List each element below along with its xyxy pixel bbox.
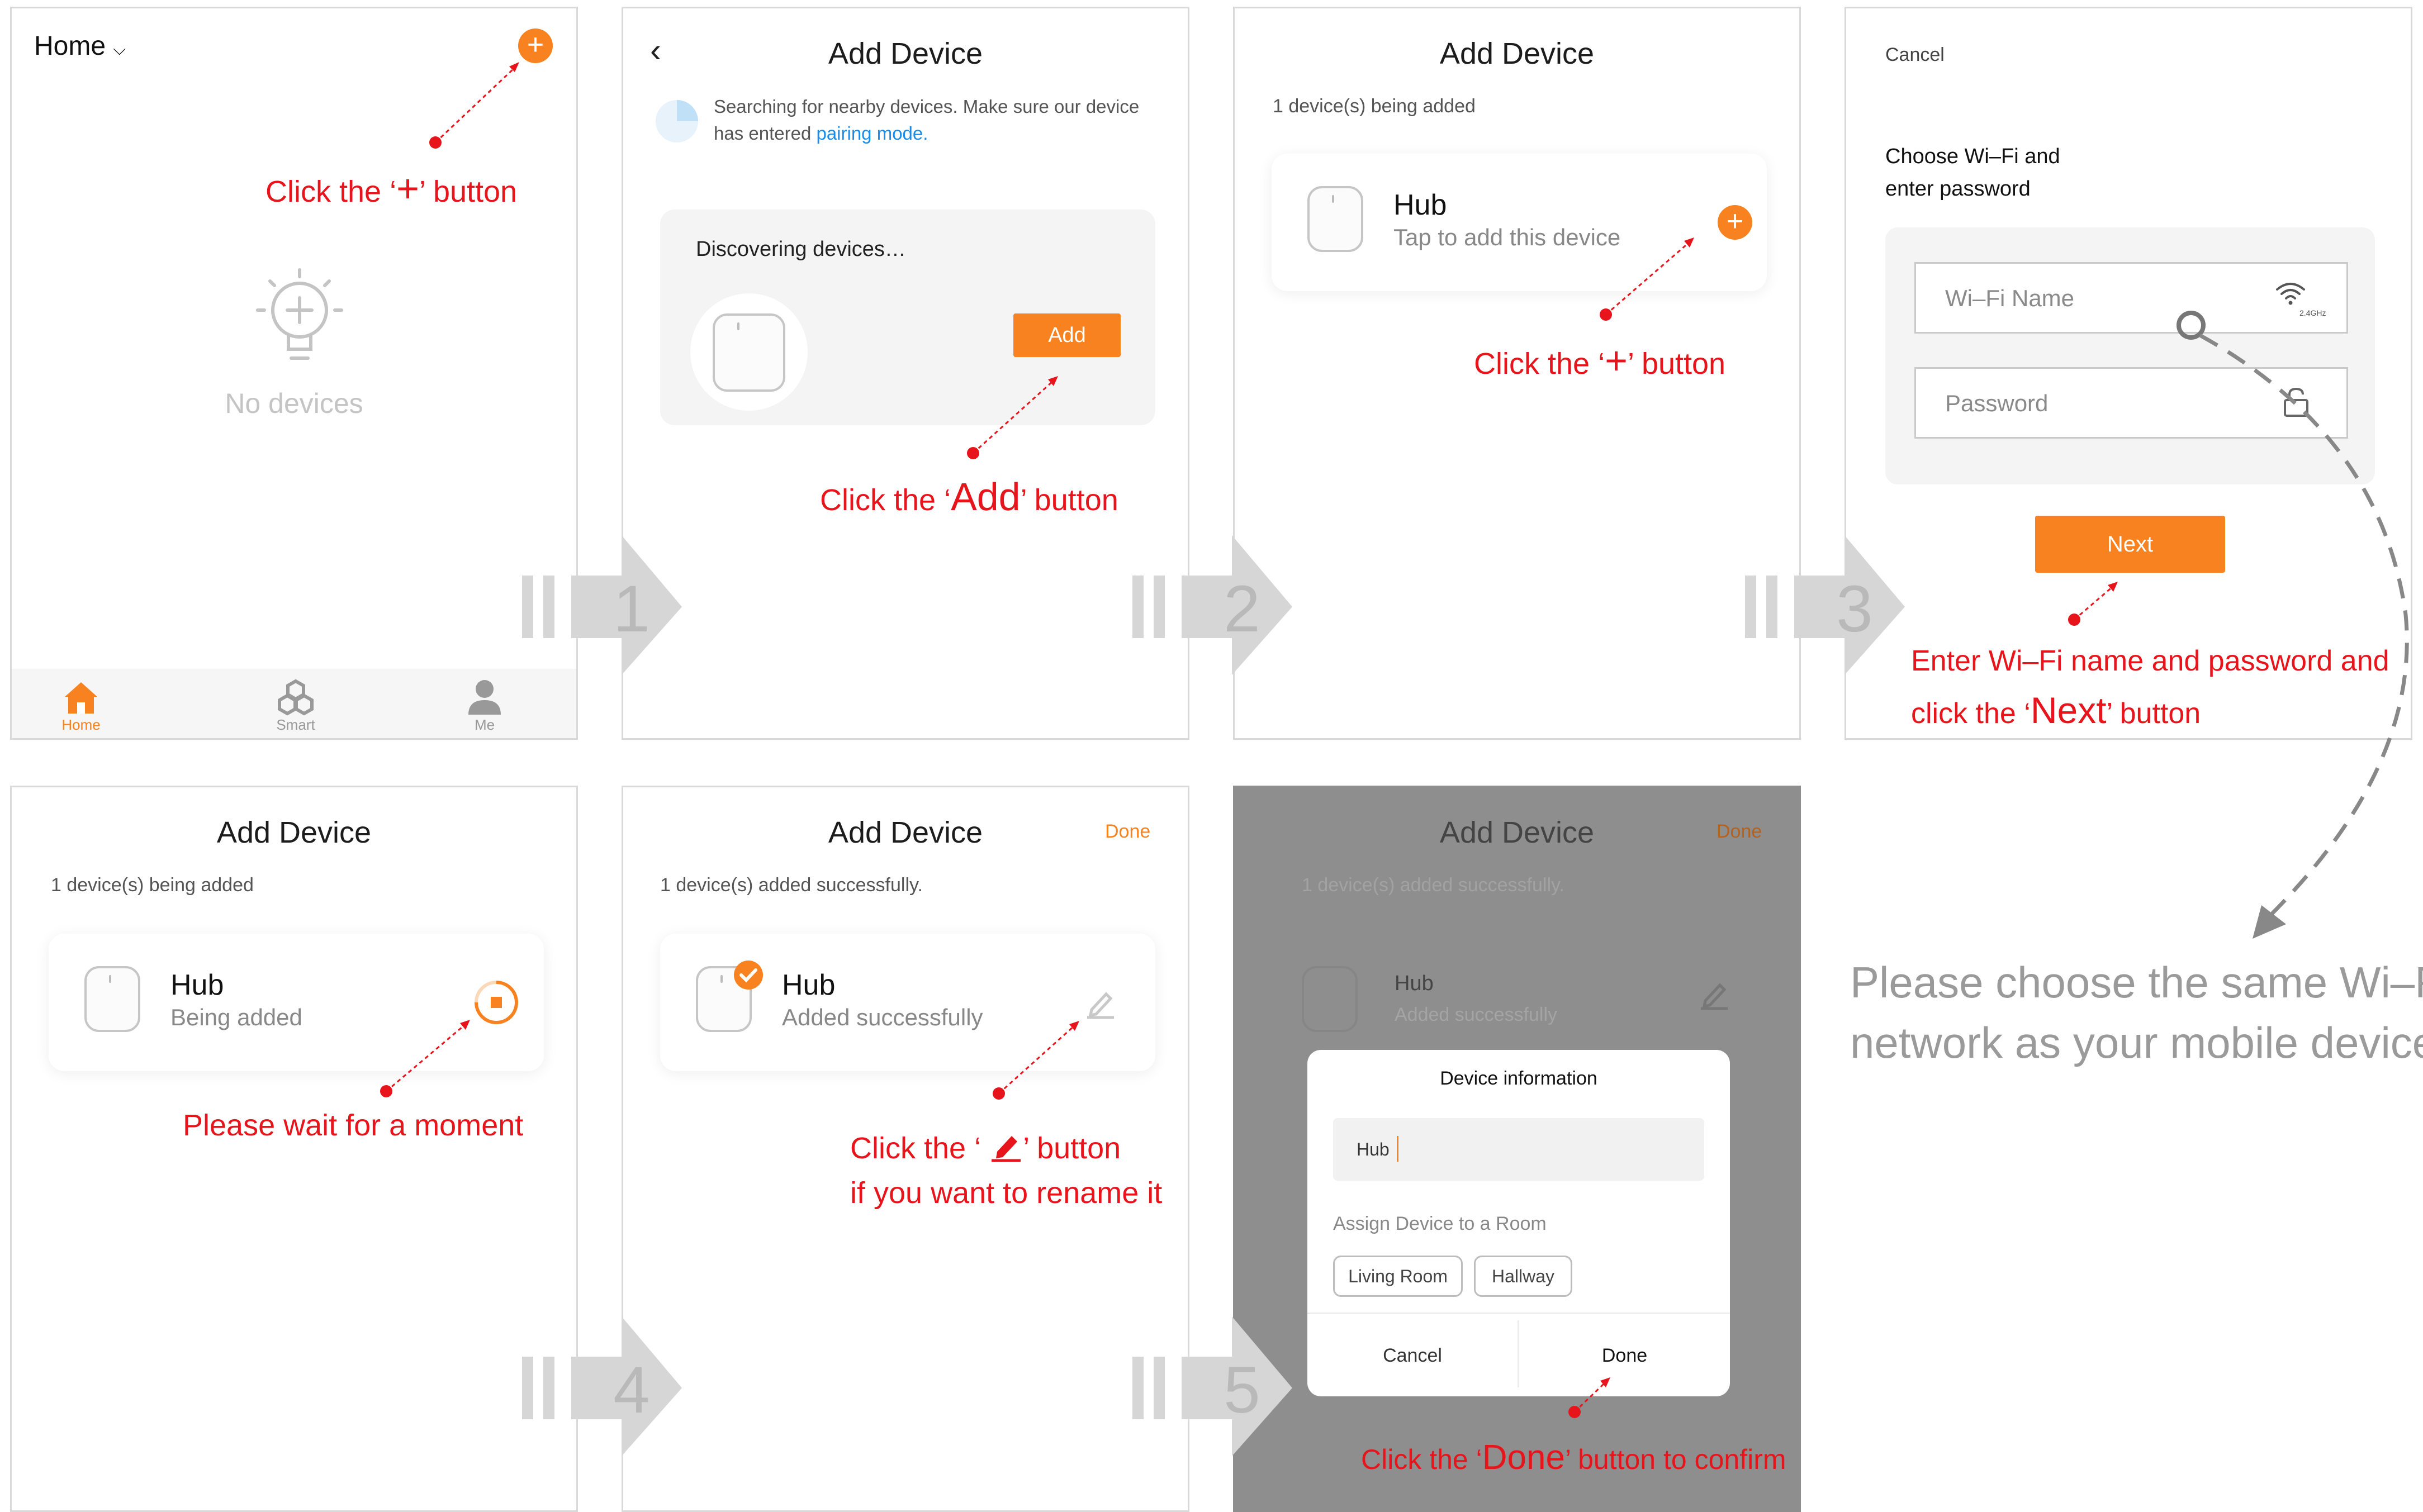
- magnifier-icon: [2177, 311, 2206, 340]
- step-arrow-2: 2: [1132, 535, 1292, 675]
- step-number-2: 2: [1224, 572, 1260, 646]
- screen-home-empty: Home ⌵ + Click the ‘+’ button No devices: [10, 7, 578, 740]
- bottom-nav: Home Smart Me: [12, 669, 576, 738]
- annotation-arrow: [1568, 1377, 1610, 1418]
- annotation-click-done: Click the ‘Done’ button to confirm: [1361, 1438, 1786, 1477]
- annotation-click-plus: Click the ‘+’ button: [265, 167, 518, 210]
- screen-searching: ‹ Add Device Searching for nearby device…: [622, 7, 1189, 740]
- screen-device-found: Add Device 1 device(s) being added Hub T…: [1233, 7, 1801, 740]
- screen-added: Add Device Done 1 device(s) added succes…: [622, 786, 1189, 1512]
- annotation-arrow: [967, 376, 1058, 459]
- annotation-wait: Please wait for a moment: [183, 1109, 524, 1142]
- step-number-1: 1: [613, 572, 650, 646]
- screen-adding: Add Device 1 device(s) being added Hub B…: [10, 786, 578, 1512]
- step-number-3: 3: [1836, 572, 1873, 646]
- lightbulb-add-icon: [256, 268, 343, 360]
- annotation-click-add: Click the ‘Add’ button: [820, 475, 1118, 519]
- home-icon: [65, 682, 97, 714]
- step-arrow-3: 3: [1745, 535, 1905, 675]
- annotation-click-plus: Click the ‘+’ button: [1474, 339, 1726, 382]
- step-number-4: 4: [613, 1353, 650, 1427]
- step-arrow-5: 5: [1132, 1316, 1292, 1456]
- step-number-5: 5: [1224, 1353, 1260, 1427]
- user-icon: [468, 680, 501, 715]
- nav-me[interactable]: Me: [429, 669, 540, 734]
- step-arrow-1: 1: [522, 535, 682, 675]
- annotation-arrow: [380, 1020, 470, 1097]
- pencil-icon: [992, 1136, 1021, 1162]
- nav-home[interactable]: Home: [25, 669, 137, 734]
- nav-smart[interactable]: Smart: [240, 669, 352, 734]
- step-arrow-4: 4: [522, 1316, 682, 1456]
- annotation-rename: Click the ‘ ’ button if you want to rena…: [850, 1126, 1162, 1215]
- wifi-note-arrow: [2177, 311, 2409, 939]
- wifi-note: Please choose the same Wi–Fi network as …: [1850, 958, 2423, 1067]
- no-devices-label: No devices: [225, 388, 363, 419]
- annotation-arrow: [429, 62, 519, 149]
- screen-rename-dialog: Add Device Done 1 device(s) added succes…: [1233, 786, 1801, 1512]
- smart-icon: [278, 679, 314, 716]
